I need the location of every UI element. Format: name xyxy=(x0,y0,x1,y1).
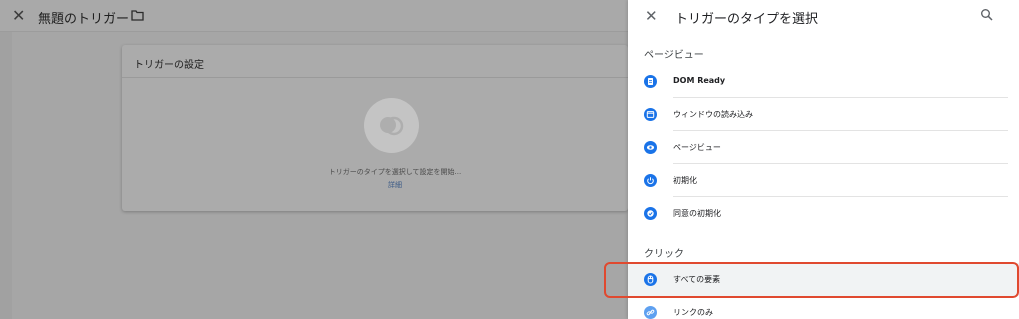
trigger-editor-backdrop: ✕ 無題のトリガー トリガーの設定 トリガーのタイプを選択して設定を開始... … xyxy=(0,0,628,319)
left-margin-strip xyxy=(0,32,12,319)
trigger-type-label: 同意の初期化 xyxy=(673,209,721,218)
choose-trigger-hint: トリガーのタイプを選択して設定を開始... xyxy=(328,168,462,176)
card-divider xyxy=(122,77,628,78)
choose-trigger-button[interactable] xyxy=(364,98,419,153)
close-icon[interactable]: ✕ xyxy=(645,7,658,25)
trigger-type-window-loaded[interactable]: ウィンドウの読み込み xyxy=(628,98,1019,131)
eye-icon xyxy=(644,141,657,154)
trigger-type-consent-initialization[interactable]: 同意の初期化 xyxy=(628,197,1019,230)
folder-icon[interactable] xyxy=(131,10,144,21)
trigger-type-link-only[interactable]: リンクのみ xyxy=(628,296,1019,319)
section-label-click: クリック xyxy=(644,249,684,260)
trigger-type-label: ページビュー xyxy=(673,143,721,152)
annotation-highlight-box xyxy=(604,262,1019,298)
trigger-name-title[interactable]: 無題のトリガー xyxy=(38,8,129,27)
trigger-placeholder-icon xyxy=(380,116,404,136)
trigger-config-card: トリガーの設定 トリガーのタイプを選択して設定を開始... 詳細 xyxy=(122,45,628,211)
trigger-type-page-view[interactable]: ページビュー xyxy=(628,131,1019,164)
consent-icon xyxy=(644,207,657,220)
section-label-pageview: ページビュー xyxy=(644,50,704,61)
document-icon xyxy=(644,75,657,88)
editor-close-icon[interactable]: ✕ xyxy=(12,7,30,25)
trigger-type-label: ウィンドウの読み込み xyxy=(673,110,753,119)
trigger-type-initialization[interactable]: 初期化 xyxy=(628,164,1019,197)
power-icon xyxy=(644,174,657,187)
config-card-title: トリガーの設定 xyxy=(134,60,204,71)
link-icon xyxy=(644,306,657,319)
details-link[interactable]: 詳細 xyxy=(122,180,628,190)
trigger-type-dom-ready[interactable]: DOM Ready xyxy=(628,65,1019,98)
window-icon xyxy=(644,108,657,121)
editor-header: ✕ 無題のトリガー xyxy=(0,0,628,32)
trigger-type-label: 初期化 xyxy=(673,176,697,185)
picker-title: トリガーのタイプを選択 xyxy=(675,12,819,27)
trigger-type-label: DOM Ready xyxy=(673,76,726,85)
picker-header: ✕ トリガーのタイプを選択 xyxy=(628,0,1019,33)
trigger-type-label: リンクのみ xyxy=(673,308,713,317)
search-icon[interactable] xyxy=(980,8,994,22)
